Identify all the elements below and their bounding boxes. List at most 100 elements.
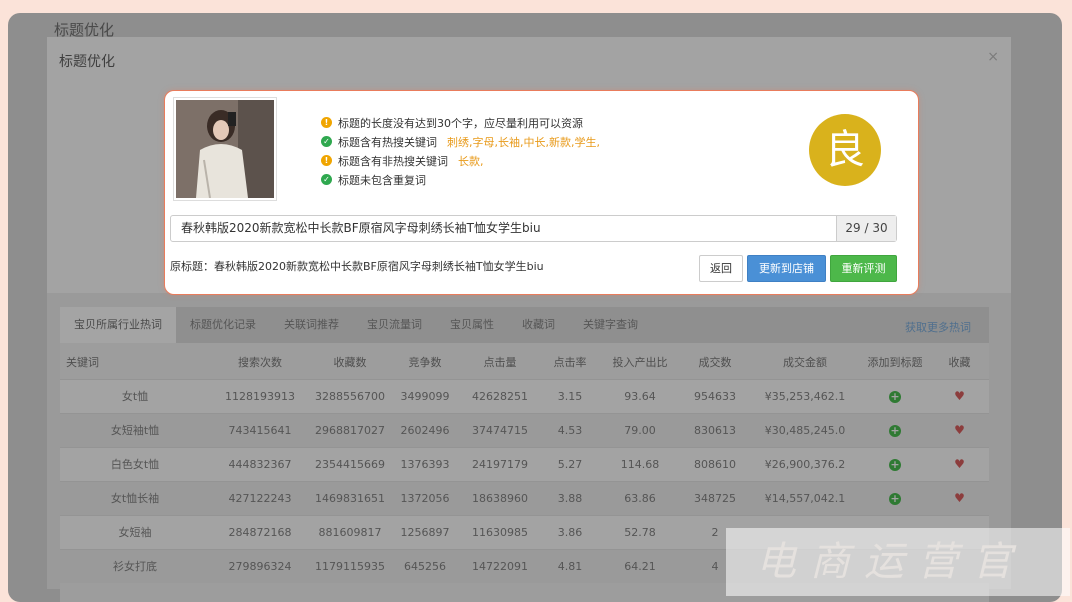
table-cell: ¥35,253,462.1 [750,378,860,413]
table-cell: 79.00 [600,412,680,447]
table-cell: 279896324 [210,548,310,583]
table-cell: 2602496 [390,412,460,447]
original-title: 原标题：春秋韩版2020新款宽松中长款BF原宿风字母刺绣长袖T恤女学生biu [170,260,544,273]
add-to-title-icon[interactable]: + [889,458,901,471]
check-text: 标题的长度没有达到30个字，应尽量利用可以资源 [338,116,583,130]
reevaluate-button[interactable]: 重新评测 [830,255,897,282]
tab-5[interactable]: 收藏词 [508,307,569,343]
column-header[interactable]: 关键词 [60,345,210,379]
table-row: 女t恤长袖 427122243 1469831651 1372056 18638960 3… [60,480,989,515]
table-cell: 444832367 [210,446,310,481]
title-input-value[interactable]: 春秋韩版2020新款宽松中长款BF原宿风字母刺绣长袖T恤女学生biu [171,216,836,241]
heart-icon[interactable]: ♥ [954,389,965,403]
table-cell: 743415641 [210,412,310,447]
heart-icon[interactable]: ♥ [954,423,965,437]
title-length-counter: 29 / 30 [836,216,896,241]
add-cell: + [860,480,930,515]
table-cell: ¥30,485,245.0 [750,412,860,447]
table-cell: 284872168 [210,514,310,549]
info-circle-icon: ! [321,155,332,166]
close-icon[interactable]: × [987,49,999,65]
add-cell: + [860,446,930,481]
table-cell: 2968817027 [310,412,390,447]
table-cell: 1128193913 [210,378,310,413]
check-text: 标题含有热搜关键词 [338,135,437,149]
table-cell: 1256897 [390,514,460,549]
table-cell: 93.64 [600,378,680,413]
check-list: ! 标题的长度没有达到30个字，应尽量利用可以资源 ✓ 标题含有热搜关键词 刺绣,字母,… [321,113,600,189]
column-header[interactable]: 成交数 [680,345,750,379]
tab-3[interactable]: 宝贝流量词 [353,307,436,343]
keyword-cell: 女短袖t恤 [60,412,210,447]
table-cell: 52.78 [600,514,680,549]
table-cell: 830613 [680,412,750,447]
title-analysis-card: ! 标题的长度没有达到30个字，应尽量利用可以资源 ✓ 标题含有热搜关键词 刺绣,字母,… [164,90,919,295]
column-header[interactable]: 点击量 [460,345,540,379]
favorite-cell: ♥ [930,412,989,447]
add-cell: + [860,378,930,413]
table-cell: 3288556700 [310,378,390,413]
column-header[interactable]: 成交金额 [750,345,860,379]
table-cell: 11630985 [460,514,540,549]
check-circle-icon: ✓ [321,174,332,185]
add-to-title-icon[interactable]: + [889,424,901,437]
table-cell: 4.53 [540,412,600,447]
column-header[interactable]: 收藏数 [310,345,390,379]
update-store-button[interactable]: 更新到店铺 [747,255,826,282]
tab-0[interactable]: 宝贝所属行业热词 [60,307,176,343]
tab-bar: 宝贝所属行业热词 标题优化记录 关联词推荐 宝贝流量词 宝贝属性 收藏词 关键字查询 [60,307,989,343]
modal-title: 标题优化 [59,54,115,70]
tab-4[interactable]: 宝贝属性 [436,307,508,343]
tab-1[interactable]: 标题优化记录 [176,307,270,343]
table-header-row: 关键词 搜索次数 收藏数 竞争数 点击量 点击率 投入产出比 成交数 成交金额 添加到标题 收藏 [60,345,989,379]
favorite-cell: ♥ [930,446,989,481]
back-button[interactable]: 返回 [699,255,743,282]
title-input[interactable]: 春秋韩版2020新款宽松中长款BF原宿风字母刺绣长袖T恤女学生biu 29 / … [170,215,897,242]
table-cell: 1372056 [390,480,460,515]
column-header[interactable]: 搜索次数 [210,345,310,379]
table-cell: 24197179 [460,446,540,481]
heart-icon[interactable]: ♥ [954,457,965,471]
add-to-title-icon[interactable]: + [889,492,901,505]
add-to-title-icon[interactable]: + [889,390,901,403]
heart-icon[interactable]: ♥ [954,491,965,505]
table-cell: 2354415669 [310,446,390,481]
check-keywords: 刺绣,字母,长袖,中长,新款,学生, [447,135,600,149]
check-text: 标题未包含重复词 [338,173,426,187]
tab-6[interactable]: 关键字查询 [569,307,652,343]
check-item: ! 标题含有非热搜关键词 长款, [321,151,600,170]
table-cell: 37474715 [460,412,540,447]
tab-2[interactable]: 关联词推荐 [270,307,353,343]
product-thumbnail [173,97,277,201]
keyword-cell: 女t恤 [60,378,210,413]
more-hotwords-link[interactable]: 获取更多热词 [905,319,971,335]
table-cell: 1376393 [390,446,460,481]
table-cell: 3499099 [390,378,460,413]
favorite-cell: ♥ [930,480,989,515]
table-cell: 1179115935 [310,548,390,583]
table-cell: 808610 [680,446,750,481]
column-header[interactable]: 收藏 [930,345,989,379]
table-cell: 63.86 [600,480,680,515]
check-item: ✓ 标题含有热搜关键词 刺绣,字母,长袖,中长,新款,学生, [321,132,600,151]
table-cell: 3.86 [540,514,600,549]
column-header[interactable]: 投入产出比 [600,345,680,379]
table-cell: 42628251 [460,378,540,413]
table-cell: 881609817 [310,514,390,549]
table-row: 白色女t恤 444832367 2354415669 1376393 24197179 5… [60,446,989,481]
table-cell: ¥26,900,376.2 [750,446,860,481]
column-header[interactable]: 竞争数 [390,345,460,379]
table-cell: 64.21 [600,548,680,583]
watermark: 电商运营官 [726,528,1070,596]
table-cell: 4.81 [540,548,600,583]
table-cell: 14722091 [460,548,540,583]
add-cell: + [860,412,930,447]
table-cell: 348725 [680,480,750,515]
keyword-cell: 女t恤长袖 [60,480,210,515]
table-row: 女t恤 1128193913 3288556700 3499099 42628251 3.… [60,378,989,413]
column-header[interactable]: 添加到标题 [860,345,930,379]
column-header[interactable]: 点击率 [540,345,600,379]
check-item: ✓ 标题未包含重复词 [321,170,600,189]
check-item: ! 标题的长度没有达到30个字，应尽量利用可以资源 [321,113,600,132]
check-text: 标题含有非热搜关键词 [338,154,448,168]
